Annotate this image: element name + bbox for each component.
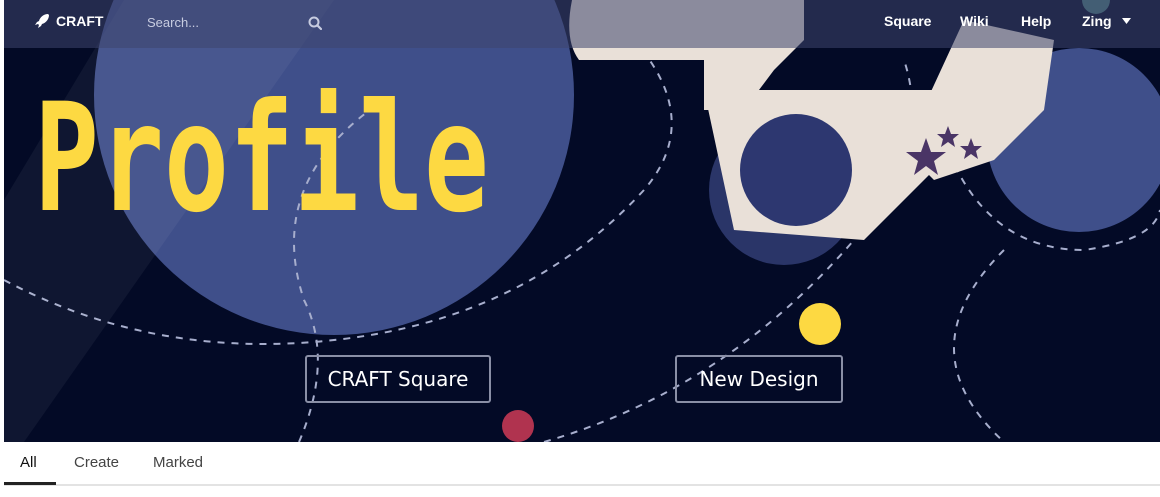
craft-square-button[interactable]: CRAFT Square: [305, 355, 491, 403]
search-input[interactable]: [147, 11, 297, 34]
red-dot: [502, 410, 534, 442]
tab-divider: [4, 484, 1160, 486]
tab-create[interactable]: Create: [74, 454, 119, 471]
left-edge: [0, 0, 4, 497]
chevron-down-icon: [1121, 18, 1131, 24]
tab-marked[interactable]: Marked: [153, 454, 203, 471]
search-box: [147, 11, 327, 35]
yellow-dot: [799, 303, 841, 345]
active-tab-indicator: [4, 482, 56, 485]
tab-all[interactable]: All: [20, 454, 37, 471]
rocket-icon: [35, 14, 49, 28]
user-menu[interactable]: Zing: [1082, 13, 1131, 29]
hero-illustration: Profile: [4, 0, 1160, 442]
nav-link-wiki[interactable]: Wiki: [960, 13, 989, 29]
search-icon[interactable]: [308, 16, 322, 30]
helmet-visor: [740, 114, 852, 226]
brand-name: CRAFT: [56, 13, 104, 29]
nav-link-square[interactable]: Square: [884, 13, 931, 29]
profile-tabs: All Create Marked: [4, 442, 1160, 497]
hero-title: Profile: [34, 72, 489, 246]
new-design-button[interactable]: New Design: [675, 355, 843, 403]
username: Zing: [1082, 13, 1112, 29]
hero-banner: Profile CRAFT Square Wiki Help Zing CRAF…: [4, 0, 1160, 442]
nav-link-help[interactable]: Help: [1021, 13, 1051, 29]
brand-logo[interactable]: CRAFT: [34, 13, 103, 29]
top-navbar: CRAFT Square Wiki Help Zing: [4, 0, 1160, 48]
